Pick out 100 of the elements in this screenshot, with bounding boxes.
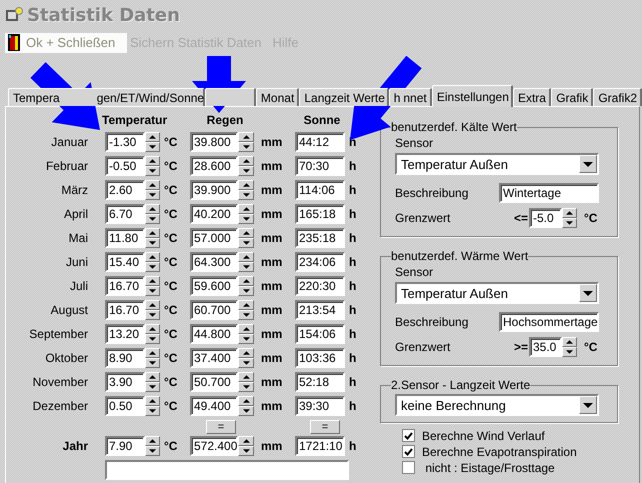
rain-field[interactable]: 59.600 bbox=[190, 276, 238, 296]
spin-up-button[interactable] bbox=[562, 337, 577, 347]
spin-down-button[interactable] bbox=[238, 262, 254, 272]
spin-up-button[interactable] bbox=[145, 180, 160, 190]
checkbox[interactable] bbox=[402, 461, 415, 474]
spin-up-button[interactable] bbox=[145, 396, 160, 406]
sunshine-field[interactable]: 154:06 bbox=[295, 324, 345, 344]
sunshine-field[interactable]: 103:36 bbox=[295, 348, 345, 368]
spin-down-button[interactable] bbox=[145, 166, 160, 176]
spin-up-button[interactable] bbox=[145, 156, 160, 166]
tab[interactable]: h nnet bbox=[388, 88, 432, 106]
sum-button[interactable]: = bbox=[310, 420, 340, 434]
temperature-field[interactable]: 8.90 bbox=[105, 348, 145, 368]
temperature-field[interactable]: 11.80 bbox=[105, 228, 145, 248]
rain-field[interactable]: 60.700 bbox=[190, 300, 238, 320]
sunshine-field[interactable]: 39:30 bbox=[295, 396, 345, 416]
checkbox[interactable] bbox=[402, 445, 415, 458]
spin-up-button[interactable] bbox=[238, 132, 254, 142]
spin-down-button[interactable] bbox=[238, 406, 254, 416]
spin-up-button[interactable] bbox=[145, 324, 160, 334]
temperature-field[interactable]: 7.90 bbox=[105, 436, 145, 456]
sunshine-field[interactable]: 165:18 bbox=[295, 204, 345, 224]
tab[interactable]: Extra bbox=[512, 88, 552, 106]
spin-up-button[interactable] bbox=[145, 348, 160, 358]
spin-down-button[interactable] bbox=[562, 218, 577, 228]
temperature-field[interactable]: 0.50 bbox=[105, 396, 145, 416]
sunshine-field[interactable]: 1721:10 bbox=[295, 436, 345, 456]
rain-field[interactable]: 39.800 bbox=[190, 132, 238, 152]
temperature-field[interactable]: 16.70 bbox=[105, 300, 145, 320]
temperature-field[interactable]: 2.60 bbox=[105, 180, 145, 200]
sunshine-field[interactable]: 44:12 bbox=[295, 132, 345, 152]
rain-field[interactable]: 50.700 bbox=[190, 372, 238, 392]
tab[interactable]: Monat bbox=[256, 88, 300, 106]
sunshine-field[interactable]: 114:06 bbox=[295, 180, 345, 200]
rain-field[interactable]: 572.400 bbox=[190, 436, 238, 456]
spin-up-button[interactable] bbox=[238, 228, 254, 238]
spin-down-button[interactable] bbox=[238, 190, 254, 200]
temperature-field[interactable]: -0.50 bbox=[105, 156, 145, 176]
temperature-field[interactable]: 13.20 bbox=[105, 324, 145, 344]
temperature-field[interactable]: 16.70 bbox=[105, 276, 145, 296]
spin-down-button[interactable] bbox=[145, 214, 160, 224]
tab[interactable]: Grafik bbox=[551, 88, 594, 106]
tab[interactable]: Langzeit Werte bbox=[299, 88, 389, 106]
rain-field[interactable]: 44.800 bbox=[190, 324, 238, 344]
spin-up-button[interactable] bbox=[238, 276, 254, 286]
spin-up-button[interactable] bbox=[145, 132, 160, 142]
tab[interactable]: Einstellungen bbox=[432, 85, 513, 107]
spin-up-button[interactable] bbox=[238, 156, 254, 166]
checkbox[interactable] bbox=[402, 429, 415, 442]
spin-down-button[interactable] bbox=[238, 166, 254, 176]
spin-down-button[interactable] bbox=[145, 142, 160, 152]
rain-field[interactable]: 64.300 bbox=[190, 252, 238, 272]
spin-up-button[interactable] bbox=[145, 228, 160, 238]
sensor-dropdown[interactable]: Temperatur Außen bbox=[395, 153, 599, 175]
spin-up-button[interactable] bbox=[145, 276, 160, 286]
description-field[interactable]: Wintertage bbox=[499, 183, 599, 203]
spin-down-button[interactable] bbox=[145, 334, 160, 344]
spin-down-button[interactable] bbox=[145, 262, 160, 272]
spin-down-button[interactable] bbox=[238, 286, 254, 296]
dropdown-button[interactable] bbox=[579, 284, 597, 302]
rain-field[interactable]: 57.000 bbox=[190, 228, 238, 248]
spin-up-button[interactable] bbox=[145, 204, 160, 214]
spin-down-button[interactable] bbox=[145, 190, 160, 200]
spin-up-button[interactable] bbox=[145, 436, 160, 446]
sensor-dropdown[interactable]: Temperatur Außen bbox=[395, 282, 599, 304]
spin-down-button[interactable] bbox=[238, 214, 254, 224]
tab[interactable]: Grafik2 bbox=[593, 88, 642, 106]
sunshine-field[interactable]: 220:30 bbox=[295, 276, 345, 296]
spin-up-button[interactable] bbox=[238, 396, 254, 406]
temperature-field[interactable]: -1.30 bbox=[105, 132, 145, 152]
spin-down-button[interactable] bbox=[145, 446, 160, 456]
spin-down-button[interactable] bbox=[145, 406, 160, 416]
spin-up-button[interactable] bbox=[238, 372, 254, 382]
spin-down-button[interactable] bbox=[238, 238, 254, 248]
spin-up-button[interactable] bbox=[145, 300, 160, 310]
spin-down-button[interactable] bbox=[145, 286, 160, 296]
spin-up-button[interactable] bbox=[238, 348, 254, 358]
spin-down-button[interactable] bbox=[238, 382, 254, 392]
dropdown-button[interactable] bbox=[579, 396, 597, 414]
spin-up-button[interactable] bbox=[238, 204, 254, 214]
spin-down-button[interactable] bbox=[145, 382, 160, 392]
rain-field[interactable]: 40.200 bbox=[190, 204, 238, 224]
sunshine-field[interactable]: 235:18 bbox=[295, 228, 345, 248]
spin-up-button[interactable] bbox=[238, 252, 254, 262]
sensor-dropdown[interactable]: keine Berechnung bbox=[395, 394, 599, 416]
sunshine-field[interactable]: 234:06 bbox=[295, 252, 345, 272]
spin-up-button[interactable] bbox=[562, 208, 577, 218]
spin-up-button[interactable] bbox=[238, 436, 254, 446]
limit-field[interactable]: 35.0 bbox=[529, 337, 562, 357]
spin-down-button[interactable] bbox=[238, 142, 254, 152]
tab[interactable] bbox=[204, 88, 256, 106]
spin-down-button[interactable] bbox=[562, 347, 577, 357]
spin-down-button[interactable] bbox=[238, 310, 254, 320]
temperature-field[interactable]: 3.90 bbox=[105, 372, 145, 392]
spin-up-button[interactable] bbox=[145, 252, 160, 262]
dropdown-button[interactable] bbox=[579, 155, 597, 173]
sunshine-field[interactable]: 70:30 bbox=[295, 156, 345, 176]
sum-button[interactable]: = bbox=[206, 420, 236, 434]
limit-field[interactable]: -5.0 bbox=[529, 208, 562, 228]
spin-up-button[interactable] bbox=[145, 372, 160, 382]
